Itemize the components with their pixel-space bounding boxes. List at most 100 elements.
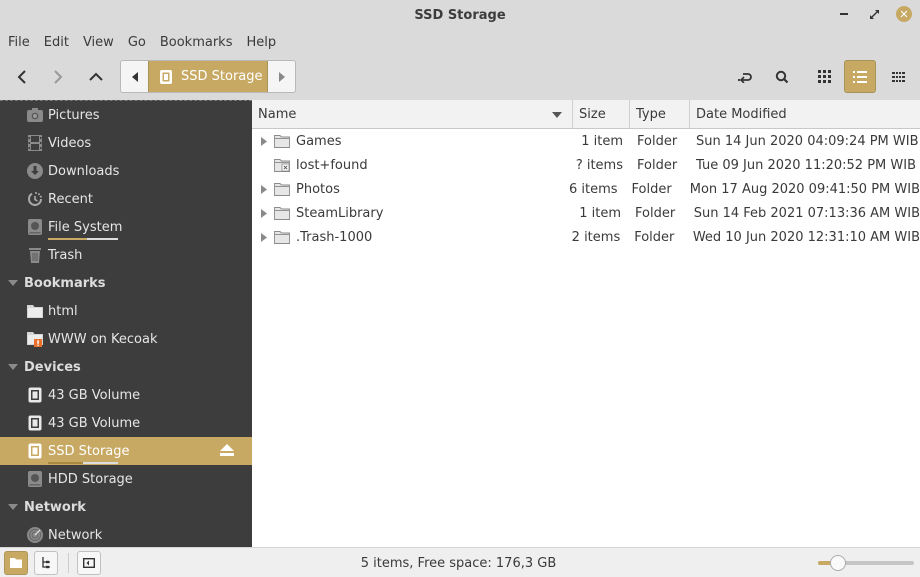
section-title: Devices [24, 359, 81, 375]
sidebar-item-label: html [48, 303, 78, 319]
sidebar-item-recent[interactable]: Recent [0, 185, 252, 213]
chevron-up-icon [89, 72, 103, 81]
disk-usage-bar [48, 238, 118, 240]
sidebar-item-downloads[interactable]: Downloads [0, 157, 252, 185]
folder-icon [274, 206, 290, 220]
sidebar-item-43gb-volume-2[interactable]: 43 GB Volume [0, 409, 252, 437]
column-header-label: Type [636, 106, 666, 122]
back-button[interactable] [10, 66, 34, 88]
toggle-location-icon [737, 72, 752, 83]
file-name: Photos [296, 181, 340, 197]
recent-icon [26, 190, 44, 208]
zoom-slider-handle[interactable] [830, 555, 846, 571]
icon-view-icon [817, 70, 831, 83]
file-name: .Trash-1000 [296, 229, 373, 245]
disk-usage-fill [48, 238, 87, 240]
column-header-size[interactable]: Size [573, 100, 630, 128]
download-icon [26, 162, 44, 180]
cell-name: .Trash-1000 [252, 230, 571, 245]
sidebar-item-file-system[interactable]: File System [0, 213, 252, 241]
toolbar: SSD Storage [0, 58, 920, 96]
column-header-label: Size [579, 106, 606, 122]
sidebar-item-hdd-storage[interactable]: HDD Storage [0, 465, 252, 493]
sidebar-item-html[interactable]: html [0, 297, 252, 325]
cell-type: Folder [637, 157, 678, 173]
film-icon [26, 134, 44, 152]
sidebar-section-network[interactable]: Network [0, 493, 252, 521]
menu-file[interactable]: File [8, 35, 30, 50]
cell-date-modified: Sun 14 Jun 2020 04:09:24 PM WIB [696, 133, 919, 149]
expander-icon[interactable] [258, 135, 270, 147]
sidebar-item-network[interactable]: Network [0, 521, 252, 547]
path-scroll-left-button[interactable] [121, 61, 148, 92]
path-scroll-right-button[interactable] [268, 61, 295, 92]
table-row[interactable]: Games 1 item Folder Sun 14 Jun 2020 04:09:2… [252, 129, 920, 153]
sidebar-item-label: HDD Storage [48, 471, 133, 487]
close-button[interactable]: ✕ [896, 6, 912, 22]
sidebar-item-label: Network [48, 527, 103, 543]
column-header-label: Date Modified [696, 106, 787, 122]
menu-go[interactable]: Go [128, 35, 146, 50]
cell-name: Photos [252, 182, 568, 197]
folder-icon [26, 302, 44, 320]
menu-bar: File Edit View Go Bookmarks Help [0, 31, 920, 53]
compact-view-button[interactable] [882, 60, 914, 93]
cell-size: 1 item [579, 205, 622, 221]
sidebar-item-43gb-volume-1[interactable]: 43 GB Volume [0, 381, 252, 409]
toggle-location-button[interactable] [729, 60, 761, 93]
sidebar-item-videos[interactable]: Videos [0, 129, 252, 157]
table-row[interactable]: .Trash-1000 2 items Folder Wed 10 Jun 2020 … [252, 225, 920, 249]
table-row[interactable]: lost+found ? items Folder Tue 09 Jun 2020 1… [252, 153, 920, 177]
expander-down-icon [8, 504, 18, 510]
section-title: Network [24, 499, 86, 515]
up-button[interactable] [84, 66, 108, 88]
title-bar: SSD Storage ✕ [0, 0, 920, 30]
forward-button[interactable] [46, 66, 70, 88]
zoom-slider[interactable] [818, 555, 914, 571]
column-header-row: Name Size Type Date Modified [252, 100, 920, 129]
cell-size: 2 items [571, 229, 621, 245]
maximize-button[interactable] [864, 5, 884, 23]
folder-icon [274, 230, 290, 244]
expander-icon[interactable] [258, 183, 270, 195]
column-header-date-modified[interactable]: Date Modified [690, 100, 920, 128]
sidebar-item-www-on-kecoak[interactable]: WWW on Kecoak [0, 325, 252, 353]
minimize-button[interactable] [834, 5, 854, 23]
folder-locked-icon [274, 158, 290, 172]
column-header-type[interactable]: Type [630, 100, 690, 128]
folder-icon [274, 182, 290, 196]
column-header-name[interactable]: Name [252, 100, 573, 128]
expander-icon[interactable] [258, 231, 270, 243]
folder-warning-icon [26, 330, 44, 348]
table-row[interactable]: SteamLibrary 1 item Folder Sun 14 Feb 2021 … [252, 201, 920, 225]
cell-name: lost+found [252, 158, 573, 173]
harddisk-icon [26, 470, 44, 488]
close-icon: ✕ [899, 7, 909, 21]
sidebar-section-devices[interactable]: Devices [0, 353, 252, 381]
eject-button[interactable] [220, 444, 234, 460]
icon-view-button[interactable] [808, 60, 840, 93]
table-row[interactable]: Photos 6 items Folder Mon 17 Aug 2020 09:41… [252, 177, 920, 201]
drive-icon [26, 442, 44, 460]
folder-icon [274, 134, 290, 148]
list-view-button[interactable] [844, 60, 876, 93]
triangle-right-icon [278, 71, 285, 82]
sidebar-item-ssd-storage[interactable]: SSD Storage [0, 437, 252, 465]
menu-edit[interactable]: Edit [44, 35, 69, 50]
drive-icon [26, 414, 44, 432]
search-button[interactable] [766, 60, 798, 93]
sidebar-item-label: Downloads [48, 163, 120, 179]
path-crumb-current[interactable]: SSD Storage [148, 61, 268, 92]
sidebar-item-trash[interactable]: Trash [0, 241, 252, 269]
menu-help[interactable]: Help [246, 35, 276, 50]
menu-bookmarks[interactable]: Bookmarks [160, 35, 233, 50]
file-list: Name Size Type Date Modified Games 1 item… [252, 100, 920, 547]
sidebar-section-bookmarks[interactable]: Bookmarks [0, 269, 252, 297]
file-name: lost+found [296, 157, 368, 173]
menu-view[interactable]: View [83, 35, 114, 50]
sidebar-item-pictures[interactable]: Pictures [0, 101, 252, 129]
sidebar-item-label: Trash [48, 247, 83, 263]
expander-down-icon [8, 280, 18, 286]
expander-icon[interactable] [258, 207, 270, 219]
disk-usage-fill [48, 462, 83, 464]
